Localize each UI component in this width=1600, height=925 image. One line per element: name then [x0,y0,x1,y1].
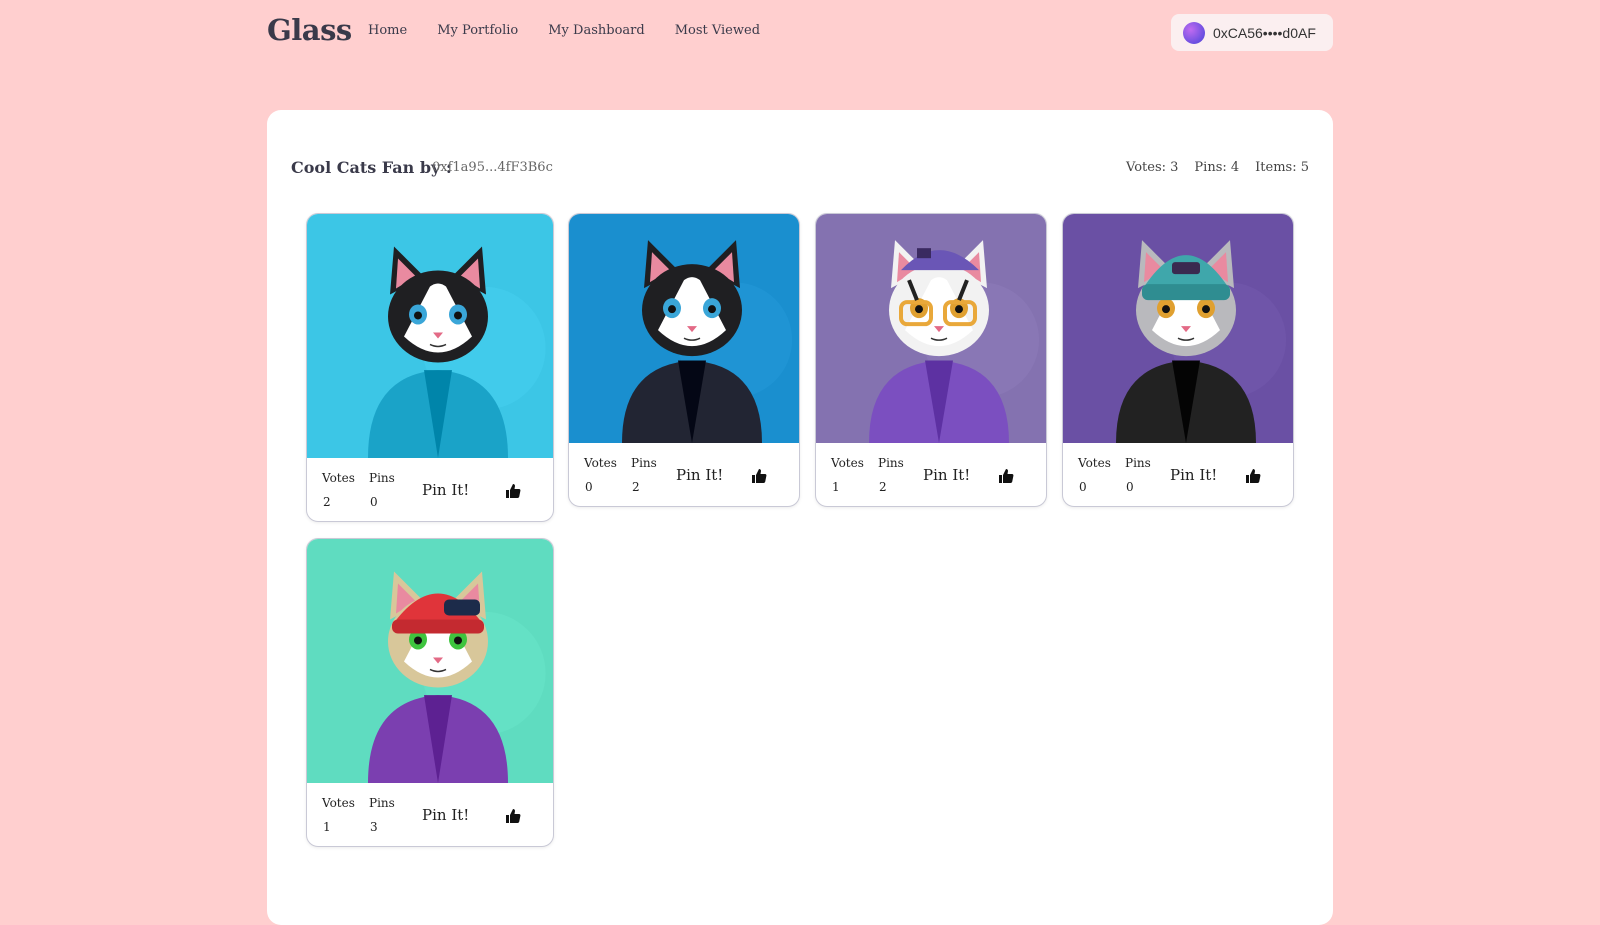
pin-it-button[interactable]: Pin It! [422,806,469,824]
thumbs-up-icon[interactable] [1245,468,1261,484]
nft-card[interactable]: Votes Pins 1 2 Pin It! [815,213,1047,507]
stat-votes: Votes: 3 [1126,160,1179,175]
votes-count: 0 [1079,480,1087,494]
card-footer: Votes Pins 0 2 Pin It! [569,444,799,506]
nft-card[interactable]: Votes Pins 1 3 Pin It! [306,538,554,847]
nav-my-dashboard[interactable]: My Dashboard [548,23,644,38]
card-footer: Votes Pins 1 2 Pin It! [816,444,1046,506]
collection-stats: Votes: 3 Pins: 4 Items: 5 [1126,160,1309,175]
pin-it-button[interactable]: Pin It! [1170,466,1217,484]
top-header: Glass Home My Portfolio My Dashboard Mos… [0,0,1600,70]
stat-pins: Pins: 4 [1194,160,1240,175]
pins-count: 0 [1126,480,1134,494]
thumbs-up-icon[interactable] [998,468,1014,484]
votes-count: 1 [323,820,331,834]
nav-home[interactable]: Home [368,23,407,38]
thumbs-up-icon[interactable] [751,468,767,484]
pins-count: 2 [879,480,887,494]
stat-items: Items: 5 [1255,160,1309,175]
votes-label: Votes [831,456,864,470]
votes-count: 0 [585,480,593,494]
votes-count: 2 [323,495,331,509]
pin-it-button[interactable]: Pin It! [422,481,469,499]
thumbs-up-icon[interactable] [505,808,521,824]
card-footer: Votes Pins 1 3 Pin It! [307,784,553,846]
pins-label: Pins [631,456,657,470]
thumbs-up-icon[interactable] [505,483,521,499]
pins-label: Pins [369,471,395,485]
logo[interactable]: Glass [267,13,352,47]
nft-card[interactable]: Votes Pins 2 0 Pin It! [306,213,554,522]
pins-count: 0 [370,495,378,509]
collection-title: Cool Cats Fan by : [291,158,452,177]
votes-label: Votes [1078,456,1111,470]
owner-address[interactable]: 0xf1a95...4fF3B6c [432,160,553,175]
collection-header: Cool Cats Fan by : 0xf1a95...4fF3B6c Vot… [291,158,1309,182]
votes-label: Votes [322,796,355,810]
pins-count: 3 [370,820,378,834]
votes-label: Votes [584,456,617,470]
nft-card[interactable]: Votes Pins 0 2 Pin It! [568,213,800,507]
wallet-button[interactable]: 0xCA56••••d0AF [1171,14,1333,51]
card-footer: Votes Pins 2 0 Pin It! [307,459,553,521]
pins-label: Pins [369,796,395,810]
nft-card[interactable]: Votes Pins 0 0 Pin It! [1062,213,1294,507]
votes-label: Votes [322,471,355,485]
votes-count: 1 [832,480,840,494]
collection-panel: Cool Cats Fan by : 0xf1a95...4fF3B6c Vot… [267,110,1333,925]
nav-most-viewed[interactable]: Most Viewed [675,23,760,38]
pin-it-button[interactable]: Pin It! [676,466,723,484]
card-footer: Votes Pins 0 0 Pin It! [1063,444,1293,506]
wallet-address: 0xCA56••••d0AF [1213,24,1316,41]
wallet-avatar-icon [1183,21,1205,44]
pins-label: Pins [1125,456,1151,470]
pins-count: 2 [632,480,640,494]
main-nav: Home My Portfolio My Dashboard Most View… [368,23,760,38]
pins-label: Pins [878,456,904,470]
nav-my-portfolio[interactable]: My Portfolio [437,23,518,38]
pin-it-button[interactable]: Pin It! [923,466,970,484]
